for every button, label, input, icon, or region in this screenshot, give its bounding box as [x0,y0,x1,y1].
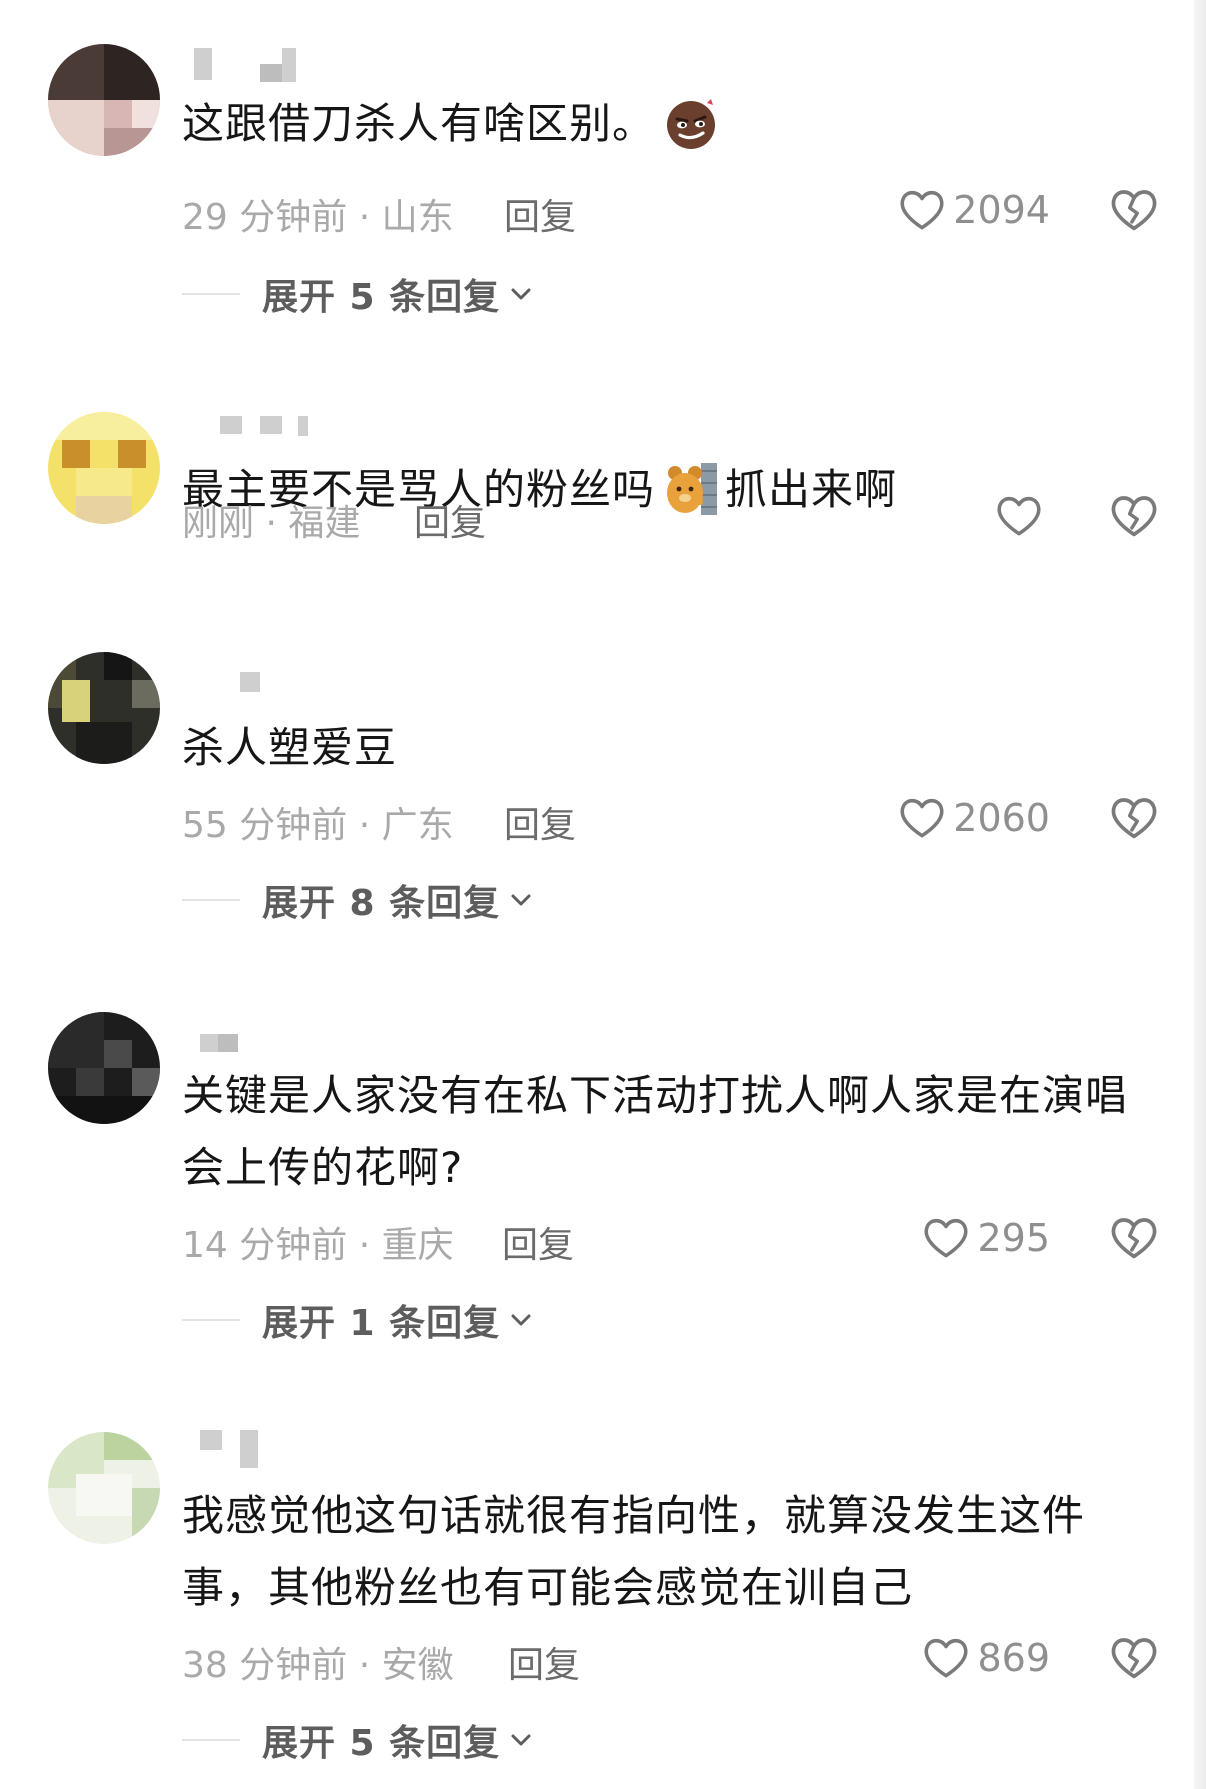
smirk-emoji-icon [667,98,716,149]
timestamp-location: 55 分钟前 · 广东 [182,805,454,846]
dislike-broken-heart-icon[interactable] [1108,490,1160,542]
like-button[interactable]: 2094 [897,180,1050,240]
chevron-down-icon [508,281,534,307]
comment-text-body: 这跟借刀杀人有啥区别。 [182,99,656,148]
comment-text: 关键是人家没有在私下活动打扰人啊人家是在演唱会上传的花啊? [182,1060,1160,1204]
avatar[interactable] [48,1432,160,1544]
chevron-down-icon [508,1727,534,1753]
comment-meta-row: 55 分钟前 · 广东 回复 2060 [182,788,1160,848]
comment-text-body: 关键是人家没有在私下活动打扰人啊人家是在演唱会上传的花啊? [182,1071,1129,1192]
reply-button[interactable]: 回复 [504,188,576,240]
expand-replies-button[interactable]: 展开 1 条回复 [182,1294,534,1346]
comment-text: 这跟借刀杀人有啥区别。 [182,88,1160,160]
dislike-broken-heart-icon[interactable] [1108,792,1160,844]
screen-edge [1194,0,1206,1789]
avatar[interactable] [48,1012,160,1124]
divider-line [182,1319,240,1321]
like-button[interactable]: 2060 [897,788,1050,848]
reply-button[interactable]: 回复 [414,494,486,546]
expand-replies-button[interactable]: 展开 5 条回复 [182,1714,534,1766]
dislike-broken-heart-icon[interactable] [1108,184,1160,236]
comment-meta-row: 38 分钟前 · 安徽 回复 869 [182,1628,1160,1688]
expand-replies-button[interactable]: 展开 8 条回复 [182,874,534,926]
comment-meta-row: 29 分钟前 · 山东 回复 2094 [182,180,1160,240]
heart-icon [994,491,1044,541]
like-count: 295 [977,1216,1050,1260]
heart-icon [897,185,947,235]
reply-button[interactable]: 回复 [508,1636,580,1688]
avatar[interactable] [48,412,160,524]
like-count: 869 [977,1636,1050,1680]
expand-replies-label: 展开 1 条回复 [262,1303,501,1344]
heart-icon [921,1213,971,1263]
dislike-broken-heart-icon[interactable] [1108,1212,1160,1264]
expand-replies-label: 展开 5 条回复 [262,277,501,318]
expand-replies-button[interactable]: 展开 5 条回复 [182,268,534,320]
chevron-down-icon [508,1307,534,1333]
like-count: 2094 [953,188,1050,232]
chevron-down-icon [508,887,534,913]
avatar[interactable] [48,44,160,156]
timestamp-location: 刚刚 · 福建 [182,503,361,544]
comment-text: 杀人塑爱豆 [182,712,1160,784]
timestamp-location: 14 分钟前 · 重庆 [182,1225,454,1266]
dislike-broken-heart-icon[interactable] [1108,1632,1160,1684]
comment-meta-row: 14 分钟前 · 重庆 回复 295 [182,1208,1160,1268]
timestamp-location: 38 分钟前 · 安徽 [182,1645,454,1686]
like-button[interactable]: 869 [921,1628,1050,1688]
like-button[interactable] [994,486,1050,546]
comment-meta-row: 刚刚 · 福建 回复 [182,486,1160,546]
like-count: 2060 [953,796,1050,840]
comment-text-body: 杀人塑爱豆 [182,723,398,772]
comment-text-body: 我感觉他这句话就很有指向性，就算没发生这件事，其他粉丝也有可能会感觉在训自己 [182,1491,1086,1612]
divider-line [182,1739,240,1741]
expand-replies-label: 展开 8 条回复 [262,883,501,924]
divider-line [182,899,240,901]
expand-replies-label: 展开 5 条回复 [262,1723,501,1764]
reply-button[interactable]: 回复 [504,796,576,848]
timestamp-location: 29 分钟前 · 山东 [182,197,454,238]
divider-line [182,293,240,295]
heart-icon [921,1633,971,1683]
like-button[interactable]: 295 [921,1208,1050,1268]
avatar[interactable] [48,652,160,764]
reply-button[interactable]: 回复 [502,1216,574,1268]
heart-icon [897,793,947,843]
comment-text: 我感觉他这句话就很有指向性，就算没发生这件事，其他粉丝也有可能会感觉在训自己 [182,1480,1160,1624]
